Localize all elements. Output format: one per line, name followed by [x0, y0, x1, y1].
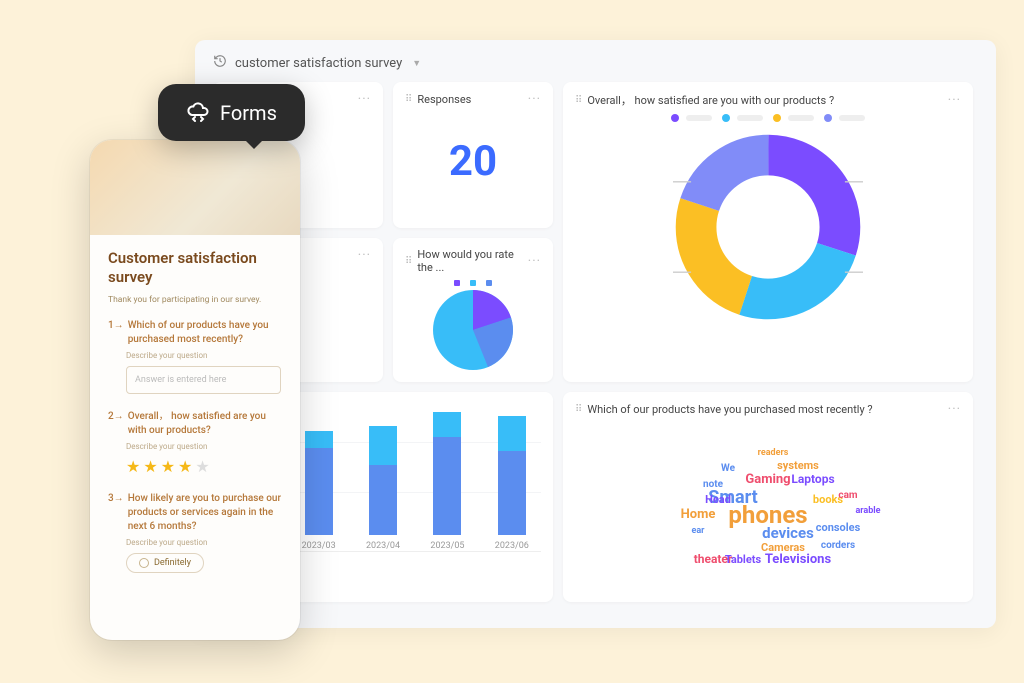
star-icon[interactable]: ★ [195, 457, 209, 476]
card-title: Which of our products have you purchased… [587, 403, 872, 416]
question-text: Which of our products have you purchased… [128, 319, 282, 347]
more-icon[interactable]: ··· [528, 92, 541, 107]
more-icon[interactable]: ··· [528, 254, 541, 269]
svg-text:systems: systems [777, 459, 819, 472]
form-hero-image [90, 140, 300, 235]
dashboard-panel: customer satisfaction survey ▼ ⠿ ··· ⠿ Re… [195, 40, 996, 628]
svg-text:Televisions: Televisions [765, 552, 832, 567]
pie-legend [405, 280, 541, 286]
card-title: Overall， how satisfied are you with our … [587, 92, 834, 108]
svg-text:Tablets: Tablets [725, 553, 762, 566]
caret-down-icon[interactable]: ▼ [412, 58, 421, 69]
more-icon[interactable]: ··· [358, 92, 371, 107]
svg-text:We: We [721, 463, 736, 474]
form-title: Customer satisfaction survey [108, 249, 282, 287]
answer-input[interactable]: Answer is entered here [126, 366, 281, 394]
more-icon[interactable]: ··· [948, 402, 961, 417]
star-icon[interactable]: ★ [126, 457, 140, 476]
star-icon[interactable]: ★ [143, 457, 157, 476]
card-title: Responses [417, 93, 471, 106]
question-text: Overall， how satisfied are you with our … [128, 410, 282, 438]
badge-label: Forms [220, 101, 277, 125]
star-icon[interactable]: ★ [161, 457, 175, 476]
more-icon[interactable]: ··· [358, 248, 371, 263]
card-donut: ⠿ Overall， how satisfied are you with ou… [563, 82, 973, 382]
question-3: 3→ How likely are you to purchase our pr… [108, 492, 282, 573]
dashboard-title: customer satisfaction survey [235, 56, 402, 71]
card-responses: ⠿ Responses ··· 20 [393, 82, 553, 228]
card-pie: ⠿ How would you rate the ... ··· [393, 238, 553, 382]
drag-icon[interactable]: ⠿ [575, 404, 581, 415]
dashboard-header: customer satisfaction survey ▼ [213, 54, 978, 72]
svg-text:Cameras: Cameras [761, 541, 805, 554]
donut-chart [673, 132, 863, 322]
option-button[interactable]: Definitely [126, 553, 204, 573]
wordcloud: phonesSmartdevicesTelevisionsGamingLapto… [575, 423, 961, 593]
svg-text:note: note [703, 479, 724, 490]
question-number: 1→ [108, 319, 124, 347]
svg-text:arable: arable [855, 506, 880, 516]
history-icon [213, 54, 227, 72]
question-desc: Describe your question [126, 538, 282, 547]
card-wordcloud: ⠿ Which of our products have you purchas… [563, 392, 973, 602]
svg-text:consoles: consoles [816, 521, 861, 534]
svg-text:readers: readers [758, 448, 789, 458]
svg-text:Home: Home [681, 507, 716, 522]
svg-text:Laptops: Laptops [791, 472, 834, 486]
star-icon[interactable]: ★ [178, 457, 192, 476]
drag-icon[interactable]: ⠿ [575, 95, 581, 106]
drag-icon[interactable]: ⠿ [405, 256, 411, 267]
svg-text:cam: cam [838, 490, 858, 501]
question-number: 2→ [108, 410, 124, 438]
question-number: 3→ [108, 492, 124, 534]
question-text: How likely are you to purchase our produ… [128, 492, 282, 534]
more-icon[interactable]: ··· [948, 93, 961, 108]
card-title: How would you rate the ... [417, 248, 521, 274]
question-desc: Describe your question [126, 442, 282, 451]
svg-text:devices: devices [762, 524, 814, 542]
question-1: 1→ Which of our products have you purcha… [108, 319, 282, 394]
svg-text:Head: Head [705, 493, 731, 506]
form-subtitle: Thank you for participating in our surve… [108, 295, 282, 305]
drag-icon[interactable]: ⠿ [405, 94, 411, 105]
cloud-sync-icon [186, 98, 210, 127]
pie-chart [433, 290, 513, 370]
question-desc: Describe your question [126, 351, 282, 360]
phone-mockup: Customer satisfaction survey Thank you f… [90, 140, 300, 640]
svg-text:corders: corders [821, 540, 855, 551]
responses-value: 20 [405, 137, 541, 186]
question-2: 2→ Overall， how satisfied are you with o… [108, 410, 282, 476]
donut-legend [575, 114, 961, 122]
forms-badge: Forms [158, 84, 305, 141]
star-rating[interactable]: ★ ★ ★ ★ ★ [126, 457, 282, 476]
svg-text:Gaming: Gaming [745, 472, 790, 487]
svg-text:ear: ear [692, 526, 706, 536]
